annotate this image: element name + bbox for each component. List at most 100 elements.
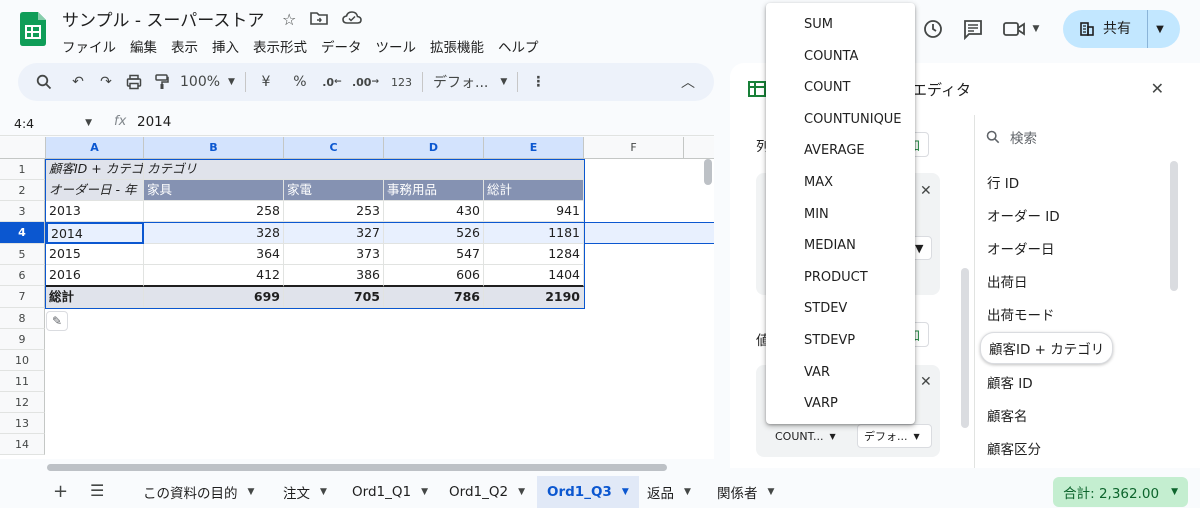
search-menus-icon[interactable] bbox=[30, 68, 58, 96]
pivot-value-cell[interactable]: 328 bbox=[144, 223, 284, 244]
pivot-value-cell[interactable]: 1181 bbox=[484, 223, 584, 244]
pivot-value-cell[interactable]: 253 bbox=[284, 201, 384, 222]
decrease-decimal-button[interactable]: .0 ← bbox=[318, 68, 346, 96]
share-dropdown-icon[interactable]: ▼ bbox=[1148, 24, 1172, 35]
sheet-tab[interactable]: Ord1_Q2 ▼ bbox=[439, 476, 535, 508]
pivot-header-electronics[interactable]: 家電 bbox=[284, 180, 384, 201]
pivot-total-cell[interactable]: 705 bbox=[284, 287, 384, 308]
edit-pivot-icon[interactable]: ✎ bbox=[46, 311, 68, 331]
menu-edit[interactable]: 編集 bbox=[130, 36, 165, 56]
print-icon[interactable] bbox=[120, 68, 148, 96]
pivot-header-furniture[interactable]: 家具 bbox=[144, 180, 284, 201]
move-folder-icon[interactable] bbox=[310, 10, 329, 30]
close-icon[interactable]: ✕ bbox=[1151, 79, 1164, 98]
pivot-value-cell[interactable]: 373 bbox=[284, 244, 384, 265]
row-header-3[interactable]: 3 bbox=[0, 201, 45, 222]
font-select[interactable]: デフォ... ▼ bbox=[429, 68, 511, 96]
redo-icon[interactable]: ↷ bbox=[92, 68, 120, 96]
field-item[interactable]: 顧客 ID bbox=[987, 372, 1033, 392]
menu-option-min[interactable]: MIN bbox=[766, 199, 915, 231]
column-header-e[interactable]: E bbox=[484, 137, 584, 159]
summarize-by-select[interactable]: COUNT... ▼ bbox=[768, 424, 838, 448]
menu-data[interactable]: データ bbox=[321, 36, 370, 56]
sheet-tab[interactable]: Ord1_Q1 ▼ bbox=[342, 476, 438, 508]
menu-format[interactable]: 表示形式 bbox=[253, 36, 315, 56]
comments-icon[interactable] bbox=[953, 11, 993, 47]
cloud-status-icon[interactable] bbox=[342, 10, 363, 30]
menu-file[interactable]: ファイル bbox=[62, 36, 124, 56]
menu-option-stdev[interactable]: STDEV bbox=[766, 293, 915, 325]
sheets-logo-icon[interactable] bbox=[20, 12, 46, 46]
pivot-value-cell[interactable]: 526 bbox=[384, 223, 484, 244]
remove-field-icon[interactable]: ✕ bbox=[920, 374, 932, 390]
all-sheets-icon[interactable]: ☰ bbox=[90, 481, 104, 500]
row-header-4[interactable]: 4 bbox=[0, 222, 45, 244]
field-item[interactable]: 出荷日 bbox=[987, 271, 1028, 291]
field-item[interactable]: 顧客名 bbox=[987, 405, 1028, 425]
pivot-value-cell[interactable]: 547 bbox=[384, 244, 484, 265]
increase-decimal-button[interactable]: .00 → bbox=[348, 68, 383, 96]
menu-option-average[interactable]: AVERAGE bbox=[766, 135, 915, 167]
pivot-value-cell[interactable]: 364 bbox=[144, 244, 284, 265]
pivot-column-field-label[interactable]: カテゴリ bbox=[144, 159, 584, 180]
column-header-c[interactable]: C bbox=[284, 137, 384, 159]
row-header-12[interactable]: 12 bbox=[0, 392, 45, 413]
field-item[interactable]: オーダー ID bbox=[987, 205, 1060, 225]
document-title[interactable]: サンプル - スーパーストア bbox=[62, 6, 264, 31]
spreadsheet-grid[interactable]: A B C D E F 1 2 3 4 5 6 7 8 9 10 11 12 1… bbox=[0, 137, 714, 459]
sheet-tab[interactable]: 注文 ▼ bbox=[273, 476, 337, 508]
field-search[interactable]: 検索 bbox=[986, 127, 1037, 147]
menu-tools[interactable]: ツール bbox=[376, 36, 425, 56]
menu-help[interactable]: ヘルプ bbox=[498, 36, 547, 56]
field-item-hovered[interactable]: 顧客ID + カテゴリ bbox=[980, 332, 1114, 364]
menu-insert[interactable]: 挿入 bbox=[212, 36, 247, 56]
fields-scrollbar[interactable] bbox=[1170, 161, 1178, 291]
column-header-a[interactable]: A bbox=[46, 137, 144, 159]
remove-field-icon[interactable]: ✕ bbox=[920, 183, 932, 199]
row-header-8[interactable]: 8 bbox=[0, 308, 45, 329]
currency-format-button[interactable]: ¥ bbox=[252, 68, 280, 96]
explore-sum-button[interactable]: 合計: 2,362.00 ▼ bbox=[1053, 477, 1188, 507]
column-header-d[interactable]: D bbox=[384, 137, 484, 159]
row-header-9[interactable]: 9 bbox=[0, 329, 45, 350]
pivot-value-cell[interactable]: 258 bbox=[144, 201, 284, 222]
more-vert-icon[interactable]: ⋮ bbox=[524, 68, 552, 96]
menu-extensions[interactable]: 拡張機能 bbox=[430, 36, 492, 56]
pivot-value-cell[interactable]: 327 bbox=[284, 223, 384, 244]
menu-option-max[interactable]: MAX bbox=[766, 167, 915, 199]
pivot-year-label[interactable]: オーダー日 - 年 bbox=[46, 180, 144, 201]
pivot-value-cell[interactable]: 1284 bbox=[484, 244, 584, 265]
horizontal-scrollbar[interactable] bbox=[47, 464, 667, 471]
menu-option-var[interactable]: VAR bbox=[766, 357, 915, 389]
pivot-year-cell[interactable]: 2015 bbox=[46, 244, 144, 265]
version-history-icon[interactable] bbox=[913, 11, 953, 47]
zoom-select[interactable]: 100% ▼ bbox=[176, 68, 239, 96]
pivot-year-cell[interactable]: 2016 bbox=[46, 265, 144, 287]
pivot-grand-total-label[interactable]: 総計 bbox=[46, 287, 144, 308]
sheet-tab[interactable]: 関係者 ▼ bbox=[707, 476, 784, 508]
pivot-row-field-label[interactable]: 顧客ID + カテゴ bbox=[46, 159, 144, 180]
sheet-tab[interactable]: 返品 ▼ bbox=[637, 476, 701, 508]
menu-option-sum[interactable]: SUM bbox=[766, 9, 915, 41]
column-header-b[interactable]: B bbox=[144, 137, 284, 159]
panel-scrollbar[interactable] bbox=[961, 268, 969, 428]
row-header-1[interactable]: 1 bbox=[0, 159, 45, 180]
row-header-6[interactable]: 6 bbox=[0, 265, 45, 286]
pivot-year-cell-selected[interactable]: 2014 bbox=[46, 222, 144, 244]
menu-option-product[interactable]: PRODUCT bbox=[766, 262, 915, 294]
pivot-value-cell[interactable]: 1404 bbox=[484, 265, 584, 287]
star-icon[interactable]: ☆ bbox=[282, 10, 296, 30]
menu-option-stdevp[interactable]: STDEVP bbox=[766, 325, 915, 357]
add-sheet-icon[interactable]: + bbox=[53, 481, 68, 502]
menu-option-count[interactable]: COUNT bbox=[766, 72, 915, 104]
pivot-value-cell[interactable]: 606 bbox=[384, 265, 484, 287]
menu-option-countunique[interactable]: COUNTUNIQUE bbox=[766, 104, 915, 136]
meet-video-icon[interactable]: ▼ bbox=[993, 11, 1049, 47]
column-header-f[interactable]: F bbox=[584, 137, 684, 159]
number-format-button[interactable]: 123 bbox=[387, 68, 416, 96]
pivot-total-cell[interactable]: 786 bbox=[384, 287, 484, 308]
menu-option-median[interactable]: MEDIAN bbox=[766, 230, 915, 262]
pivot-total-cell[interactable]: 699 bbox=[144, 287, 284, 308]
row-header-14[interactable]: 14 bbox=[0, 434, 45, 455]
row-header-5[interactable]: 5 bbox=[0, 244, 45, 265]
